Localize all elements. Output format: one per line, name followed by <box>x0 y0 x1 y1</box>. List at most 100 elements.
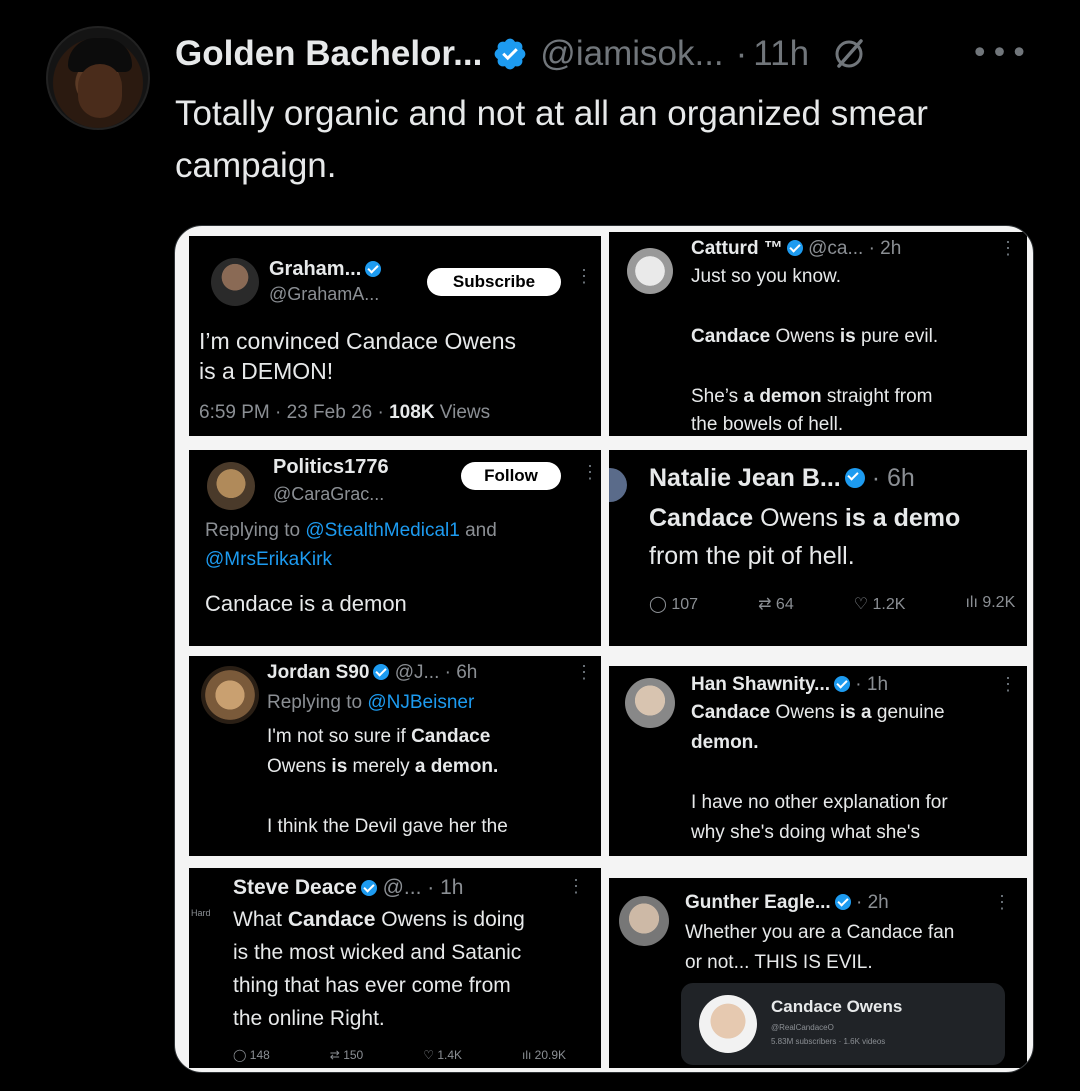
screenshot-jordan: Jordan S90 @J... · 6h ⋮ Replying to @NJB… <box>189 656 601 856</box>
gunther-avatar <box>619 896 669 946</box>
gunther-name: Gunther Eagle... <box>685 892 831 913</box>
jordan-line1-plain: I'm not so sure if <box>267 726 412 747</box>
graham-handle: @GrahamA... <box>269 284 380 304</box>
graham-avatar <box>211 258 259 306</box>
natalie-like-icon: ♡ 1.2K <box>853 596 906 613</box>
han-verified-icon <box>834 676 851 692</box>
card-title: Candace Owens <box>771 997 903 1016</box>
natalie-verified-icon <box>844 468 865 488</box>
post-header: Golden Bachelor... @iamisok... · 11h <box>175 28 867 80</box>
politics-name: Politics1776 <box>273 456 389 478</box>
catturd-line1: Just so you know. <box>691 266 841 287</box>
politics-reply-user2: @MrsErikaKirk <box>205 549 332 570</box>
han-name: Han Shawnity... <box>691 674 831 695</box>
catturd-line3-plain1: She’s <box>691 386 744 407</box>
natalie-views: 9.2K <box>982 594 1016 611</box>
steve-reply-icon: ◯ 148 <box>233 1048 270 1062</box>
author-handle[interactable]: @iamisok... <box>540 34 723 74</box>
graham-subscribe-button: Subscribe <box>427 268 561 296</box>
politics-avatar <box>207 462 255 510</box>
catturd-name: Catturd ™ <box>691 238 783 259</box>
gunther-line1: Whether you are a Candace fan <box>685 922 955 943</box>
screenshot-steve: Hard Steve Deace @... · 1h ⋮ What Candac… <box>189 868 601 1068</box>
screenshot-natalie: Natalie Jean B... · 6h Candace Owens is … <box>609 450 1027 646</box>
catturd-line2-bold2: is <box>839 326 856 347</box>
catturd-line2-plain2: pure evil. <box>855 326 939 347</box>
steve-kebab-icon: ⋮ <box>567 876 585 896</box>
natalie-views-icon: ılı 9.2K <box>965 594 1016 611</box>
separator-dot: · <box>735 34 748 73</box>
politics-follow-button: Follow <box>461 462 561 490</box>
post-image-collage[interactable]: Graham... @GrahamA... Subscribe ⋮ I’m co… <box>174 225 1034 1073</box>
politics-reply-user1: @StealthMedical1 <box>305 520 460 541</box>
politics-reply-and: and <box>459 520 497 541</box>
jordan-avatar <box>201 666 259 724</box>
han-line2-bold: demon. <box>691 732 759 753</box>
author-avatar[interactable] <box>46 26 150 130</box>
steve-avatar-label: Hard <box>191 908 211 918</box>
jordan-kebab-icon: ⋮ <box>575 662 593 682</box>
jordan-line1-bold: Candace <box>411 726 491 747</box>
jordan-line2-plain2: merely <box>347 756 415 777</box>
catturd-line2-plain1: Owens <box>770 326 840 347</box>
gunther-line2: or not... THIS IS EVIL. <box>685 952 873 973</box>
gunther-kebab-icon: ⋮ <box>993 892 1011 912</box>
author-name[interactable]: Golden Bachelor... <box>175 34 482 74</box>
politics-text: Candace is a demon <box>205 591 407 616</box>
steve-views: 20.9K <box>534 1048 567 1062</box>
politics-kebab-icon: ⋮ <box>581 462 599 482</box>
steve-likes: 1.4K <box>437 1048 462 1062</box>
steve-verified-icon <box>360 880 377 896</box>
steve-name: Steve Deace <box>233 876 357 899</box>
steve-line1-plain: What <box>233 908 288 931</box>
graham-views-label: Views <box>434 402 491 423</box>
youtube-channel-card: Candace Owens @RealCandaceO 5.83M subscr… <box>681 983 1005 1065</box>
candace-card-avatar <box>699 995 757 1053</box>
natalie-line1-bold2: is a demo <box>844 504 961 532</box>
steve-like-icon: ♡ 1.4K <box>423 1048 462 1062</box>
steve-handle: @... · 1h <box>382 876 464 899</box>
steve-views-icon: ılı 20.9K <box>522 1048 567 1062</box>
catturd-handle: @ca... · 2h <box>808 238 902 259</box>
steve-line3: thing that has ever come from <box>233 974 511 997</box>
grok-icon[interactable] <box>831 36 867 72</box>
jordan-line2-bold1: is <box>331 756 348 777</box>
politics-handle: @CaraGrac... <box>273 484 385 504</box>
graham-kebab-icon: ⋮ <box>575 266 593 286</box>
steve-replies: 148 <box>249 1048 270 1062</box>
han-kebab-icon: ⋮ <box>999 674 1017 694</box>
screenshot-politics1776: Politics1776 @CaraGrac... Follow ⋮ Reply… <box>189 450 601 646</box>
screenshot-gunther: Gunther Eagle... · 2h ⋮ Whether you are … <box>609 878 1027 1068</box>
han-line1-plain2: genuine <box>871 702 945 723</box>
catturd-line2-bold1: Candace <box>691 326 771 347</box>
screenshot-catturd: Catturd ™ @ca... · 2h ⋮ Just so you know… <box>609 232 1027 436</box>
catturd-avatar <box>627 248 673 294</box>
steve-retweets: 150 <box>343 1048 364 1062</box>
natalie-line1-bold1: Candace <box>649 504 754 532</box>
politics-reply-prefix: Replying to <box>205 520 306 541</box>
natalie-likes: 1.2K <box>872 596 906 613</box>
natalie-reply-icon: ◯ 107 <box>649 596 699 613</box>
post-time[interactable]: 11h <box>753 34 809 74</box>
jordan-line3: I think the Devil gave her the <box>267 816 508 837</box>
natalie-retweets: 64 <box>775 596 794 613</box>
graham-views: 108K <box>389 402 435 423</box>
post-text: Totally organic and not at all an organi… <box>175 94 928 185</box>
natalie-line1-plain: Owens <box>753 504 845 532</box>
screenshot-han: Han Shawnity... · 1h ⋮ Candace Owens is … <box>609 666 1027 856</box>
jordan-reply-prefix: Replying to <box>267 692 368 713</box>
jordan-verified-icon <box>373 664 390 680</box>
more-options-icon[interactable]: ••• <box>971 36 1030 71</box>
han-avatar <box>625 678 675 728</box>
han-line1-bold2: is a <box>839 702 872 723</box>
gunther-verified-icon <box>834 894 851 910</box>
screenshot-graham: Graham... @GrahamA... Subscribe ⋮ I’m co… <box>189 236 601 436</box>
han-line1-bold1: Candace <box>691 702 771 723</box>
card-handle: @RealCandaceO <box>771 1023 834 1032</box>
han-line3: I have no other explanation for <box>691 792 948 813</box>
steve-retweet-icon: ⇄ 150 <box>329 1048 364 1062</box>
catturd-kebab-icon: ⋮ <box>999 238 1017 258</box>
avatar-face <box>78 64 122 118</box>
catturd-verified-icon <box>786 240 803 256</box>
catturd-line3-bold: a demon <box>743 386 822 407</box>
